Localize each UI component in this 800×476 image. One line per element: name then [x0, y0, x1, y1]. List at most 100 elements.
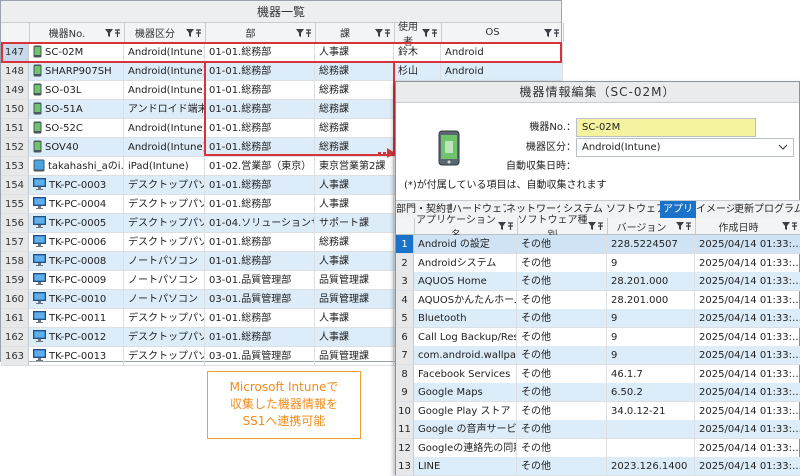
column-filter-icon[interactable] — [186, 28, 202, 37]
column-header[interactable]: 課 — [315, 23, 395, 42]
column-header-label: 機器区分 — [135, 29, 175, 40]
app-row-number: 13 — [396, 457, 414, 476]
app-cell-name: Google Maps — [414, 383, 517, 402]
column-filter-icon[interactable] — [544, 28, 560, 37]
app-row[interactable]: 1 Android の設定 その他 228.5224507 2025/04/14 01:… — [396, 235, 800, 254]
row-cell-dept: 01-01.総務部 — [205, 309, 315, 328]
column-header[interactable]: 機器No. — [29, 23, 125, 42]
app-cell-kind: その他 — [517, 383, 607, 402]
row-cell-id: TK-PC-0009 — [29, 271, 124, 290]
row-cell-dept: 01-01.総務部 — [205, 195, 315, 214]
app-cell-date: 2025/04/14 01:33:… — [695, 235, 800, 254]
app-cell-kind: その他 — [517, 290, 607, 310]
row-cell-type: デスクトップパソコン — [124, 328, 205, 347]
app-column-filter-icon[interactable] — [498, 222, 514, 230]
app-row[interactable]: 7com.android.wallpap…その他92025/04/14 01:3… — [396, 346, 800, 365]
app-cell-date: 2025/04/14 01:33:… — [695, 420, 800, 439]
row-number: 150 — [1, 100, 29, 119]
row-cell-type: ノートパソコン — [124, 271, 205, 290]
row-cell-section: サポート課 — [315, 214, 394, 233]
column-filter-icon[interactable] — [375, 28, 391, 37]
app-cell-kind: その他 — [517, 401, 607, 421]
app-cell-ver: 9 — [607, 346, 695, 365]
app-row[interactable]: 5 Bluetooth その他 9 2025/04/14 01:33:… — [396, 309, 800, 328]
device-type-select[interactable]: Android(Intune) — [576, 138, 794, 157]
row-number: 163 — [1, 347, 29, 366]
app-column-filter-icon[interactable] — [782, 222, 798, 230]
row-cell-dept: 03-01.品質管理部 — [205, 271, 315, 290]
app-cell-kind: その他 — [517, 272, 607, 291]
row-cell-type: Android(Intune) — [124, 81, 205, 100]
row-cell-dept: 01-02.営業部（東京） — [205, 157, 315, 176]
app-cell-kind: その他 — [517, 327, 607, 347]
column-filter-icon[interactable] — [105, 28, 121, 37]
row-number: 149 — [1, 81, 29, 100]
tab-4[interactable]: ソフトウェア — [606, 201, 661, 219]
row-cell-id: TK-PC-0003 — [29, 176, 124, 195]
app-row[interactable]: 2 Androidシステム その他 9 2025/04/14 01:33:… — [396, 253, 800, 273]
row-cell-type: Android(Intune) — [124, 62, 205, 81]
app-cell-date: 2025/04/14 01:33:… — [695, 309, 800, 328]
app-cell-ver: 46.1.7 — [607, 364, 695, 384]
column-header[interactable]: 使用者 — [394, 22, 442, 48]
app-row[interactable]: 8 Facebook Services その他 46.1.7 2025/04/14 01… — [396, 364, 800, 384]
column-filter-icon[interactable] — [296, 28, 312, 37]
app-row[interactable]: 11 Google の音声サービス その他 2025/04/14 01:33:… — [396, 420, 800, 439]
column-filter-icon[interactable] — [422, 28, 438, 37]
auto-collect-label: 自動収集日時： — [506, 161, 576, 172]
row-cell-type: ノートパソコン — [124, 290, 205, 309]
device-id: TK-PC-0008 — [49, 256, 107, 267]
app-cell-ver — [607, 438, 695, 458]
column-header — [1, 23, 30, 42]
app-cell-name: Google Play ストア — [414, 401, 517, 421]
row-number: 152 — [1, 138, 29, 157]
chevron-down-icon — [778, 142, 788, 152]
selected-row-highlight — [1, 42, 562, 63]
app-table-body: 1 Android の設定 その他 228.5224507 2025/04/14 01:… — [396, 235, 800, 476]
monitor-icon — [33, 273, 46, 285]
app-column-header[interactable]: 作成日時 — [695, 218, 800, 234]
app-column-filter-icon[interactable] — [676, 222, 692, 230]
device-id: TK-PC-0010 — [49, 294, 107, 305]
column-header[interactable]: 機器区分 — [124, 23, 206, 42]
app-cell-date: 2025/04/14 01:33:… — [695, 272, 800, 291]
monitor-icon — [33, 254, 46, 266]
app-row[interactable]: 9 Google Maps その他 6.50.2 2025/04/14 01:33:… — [396, 383, 800, 402]
row-cell-type: デスクトップパソコン — [124, 347, 205, 366]
app-row[interactable]: 4 AQUOSかんたんホーム その他 28.201.000 2025/04/14 01:… — [396, 290, 800, 310]
app-cell-name: Bluetooth — [414, 309, 517, 328]
row-cell-type: デスクトップパソコン — [124, 195, 205, 214]
column-header[interactable]: OS — [441, 23, 564, 42]
app-column-header[interactable]: バージョン — [607, 218, 696, 234]
row-cell-type: iPad(Intune) — [124, 157, 205, 176]
device-no-input[interactable]: SC-02M — [576, 118, 756, 137]
app-row[interactable]: 6Call Log Backup/Rest…その他92025/04/14 01:… — [396, 327, 800, 347]
column-header-label: 課 — [340, 29, 350, 40]
device-id: TK-PC-0006 — [49, 237, 107, 248]
android-dept-highlight — [204, 63, 395, 156]
row-cell-id: SO-03L — [29, 81, 124, 100]
app-column-filter-icon[interactable] — [588, 222, 604, 230]
tab-6[interactable]: イメージ — [696, 201, 735, 219]
tab-5[interactable]: アプリ — [660, 201, 697, 219]
app-row[interactable]: 13 LINE その他 2023.126.1400 2025/04/14 01:33:… — [396, 457, 800, 476]
monitor-icon — [33, 178, 46, 190]
callout-line-3: SS1へ連携可能 — [242, 414, 326, 428]
app-column-header[interactable]: アプリケーション名 — [414, 215, 518, 241]
row-cell-id: TK-PC-0008 — [29, 252, 124, 271]
tab-7[interactable]: 更新プログラム — [734, 201, 800, 219]
app-row[interactable]: 3 AQUOS Home その他 28.201.000 2025/04/14 01:33… — [396, 272, 800, 291]
column-header[interactable]: 部 — [205, 23, 316, 42]
row-number: 157 — [1, 233, 29, 252]
app-row[interactable]: 12 Googleの連絡先の同期 その他 2025/04/14 01:33:… — [396, 438, 800, 458]
app-row[interactable]: 10 Google Play ストア その他 34.0.12-21 2025/04/14… — [396, 401, 800, 421]
device-type-label: 機器区分： — [526, 142, 576, 153]
monitor-icon — [33, 311, 46, 323]
row-cell-dept: 01-01.総務部 — [205, 328, 315, 347]
row-cell-dept: 03-01.品質管理部 — [205, 347, 315, 366]
app-column-header[interactable]: ソフトウェア種別 — [517, 215, 608, 241]
row-cell-id: TK-PC-0006 — [29, 233, 124, 252]
row-number: 151 — [1, 119, 29, 138]
app-cell-date: 2025/04/14 01:33:… — [695, 439, 800, 458]
app-cell-date: 2025/04/14 01:33:… — [695, 457, 800, 476]
